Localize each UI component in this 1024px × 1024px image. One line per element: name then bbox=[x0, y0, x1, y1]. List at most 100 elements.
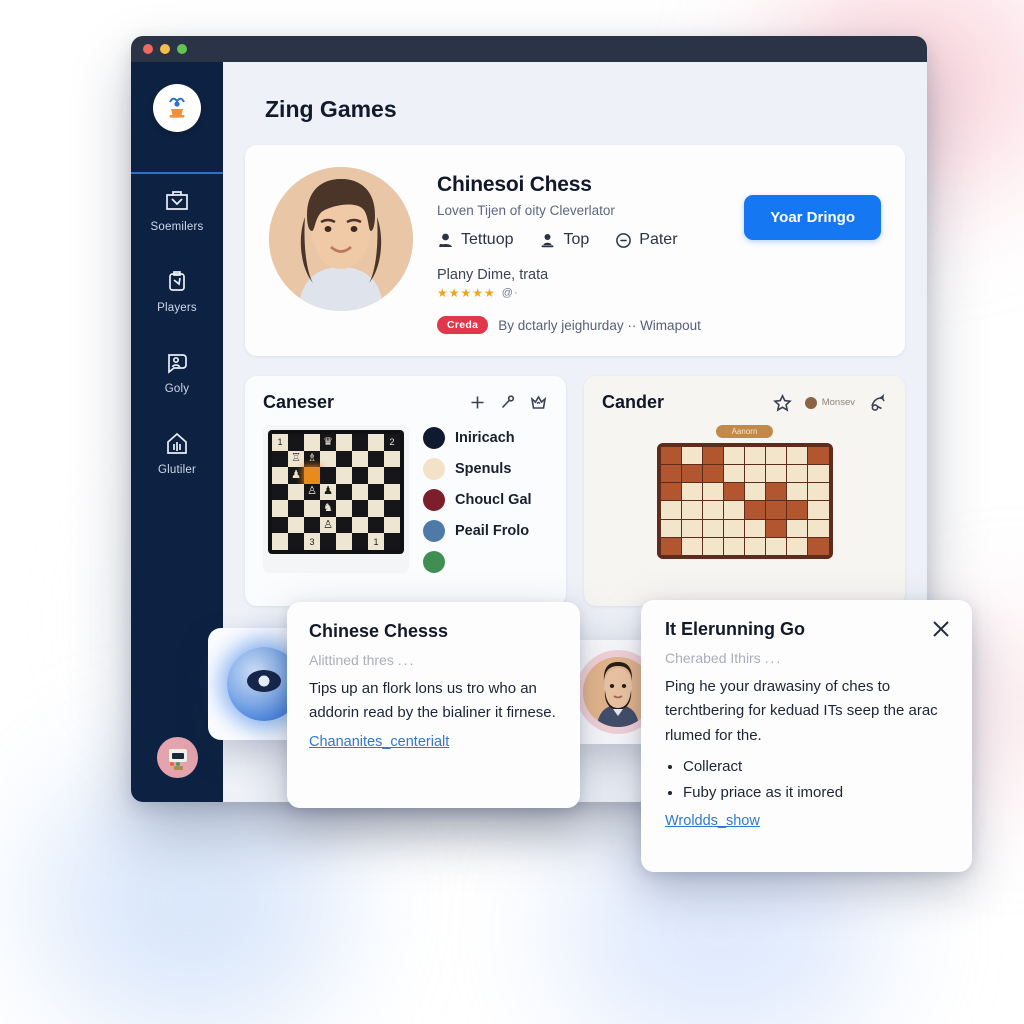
chess-square[interactable]: 1 bbox=[368, 533, 384, 550]
chess-square[interactable]: ♙ bbox=[304, 483, 320, 501]
go-board-cell[interactable] bbox=[787, 465, 808, 483]
chess-piece[interactable]: ♞ bbox=[323, 503, 333, 514]
sidebar-item-players[interactable]: Players bbox=[131, 269, 223, 314]
go-board-cell[interactable] bbox=[766, 501, 787, 519]
go-board-cell[interactable] bbox=[787, 519, 808, 537]
go-board-cell[interactable] bbox=[787, 537, 808, 555]
chess-square[interactable]: ♗ bbox=[304, 450, 320, 468]
chess-square[interactable]: 1 bbox=[272, 434, 288, 451]
go-board-cell[interactable] bbox=[745, 501, 766, 519]
go-board-cell[interactable] bbox=[723, 447, 744, 465]
go-board-cell[interactable] bbox=[808, 447, 829, 465]
go-board-cell[interactable] bbox=[723, 519, 744, 537]
plus-icon[interactable] bbox=[469, 394, 486, 411]
chess-square[interactable]: ♛ bbox=[320, 434, 336, 451]
go-board-cell[interactable] bbox=[745, 483, 766, 501]
list-item[interactable]: Iniricach bbox=[423, 427, 548, 449]
go-board-cell[interactable] bbox=[681, 519, 702, 537]
chess-square[interactable] bbox=[352, 434, 368, 451]
go-board-cell[interactable] bbox=[681, 483, 702, 501]
go-board-cell[interactable] bbox=[660, 465, 681, 483]
list-item[interactable]: Choucl Gal bbox=[423, 489, 548, 511]
go-board-wrap[interactable]: Aanorn bbox=[602, 425, 887, 559]
card-owner[interactable]: Monsev bbox=[804, 396, 855, 409]
chess-square[interactable] bbox=[368, 500, 384, 517]
chess-piece[interactable]: ♖ bbox=[291, 453, 301, 464]
chess-square[interactable] bbox=[336, 516, 352, 534]
go-board-cell[interactable] bbox=[660, 537, 681, 555]
chess-square[interactable] bbox=[384, 500, 400, 517]
chess-square[interactable] bbox=[384, 533, 400, 550]
sidebar-item-soemilers[interactable]: Soemilers bbox=[131, 188, 223, 233]
chess-square[interactable] bbox=[336, 450, 352, 468]
maximize-window-button[interactable] bbox=[177, 44, 187, 54]
go-board-cell[interactable] bbox=[808, 501, 829, 519]
go-board-cell[interactable] bbox=[702, 501, 723, 519]
chess-square[interactable] bbox=[384, 467, 400, 484]
brand-logo[interactable] bbox=[153, 84, 201, 132]
go-board-cell[interactable] bbox=[808, 483, 829, 501]
chess-square[interactable] bbox=[368, 516, 384, 534]
chess-square[interactable] bbox=[320, 467, 336, 484]
chess-square[interactable] bbox=[352, 467, 368, 484]
go-board-cell[interactable] bbox=[660, 501, 681, 519]
chess-square[interactable] bbox=[336, 483, 352, 501]
chess-piece[interactable]: ♟ bbox=[291, 469, 301, 481]
chess-square[interactable] bbox=[304, 467, 320, 484]
go-board-cell[interactable] bbox=[702, 537, 723, 555]
chess-square[interactable] bbox=[336, 533, 352, 550]
stat-pater[interactable]: Pater bbox=[615, 231, 678, 249]
chess-square[interactable] bbox=[304, 500, 320, 517]
chess-square[interactable] bbox=[272, 533, 288, 550]
crown-icon[interactable] bbox=[529, 394, 548, 411]
chess-square[interactable] bbox=[384, 483, 400, 501]
go-board-cell[interactable] bbox=[787, 483, 808, 501]
chess-square[interactable] bbox=[336, 434, 352, 451]
go-board-cell[interactable] bbox=[702, 483, 723, 501]
go-board-cell[interactable] bbox=[787, 447, 808, 465]
popup-link[interactable]: Chananites_centerialt bbox=[309, 734, 449, 750]
chess-square[interactable] bbox=[320, 533, 336, 550]
go-board-cell[interactable] bbox=[681, 501, 702, 519]
chess-piece[interactable]: ♙ bbox=[307, 486, 317, 497]
list-item[interactable] bbox=[423, 551, 548, 573]
go-board-cell[interactable] bbox=[702, 465, 723, 483]
go-board-cell[interactable] bbox=[702, 447, 723, 465]
chess-square[interactable]: ♙ bbox=[320, 516, 336, 534]
chess-square[interactable] bbox=[336, 500, 352, 517]
go-board-cell[interactable] bbox=[745, 537, 766, 555]
chess-square[interactable] bbox=[272, 483, 288, 501]
chess-square[interactable]: ♟ bbox=[320, 483, 336, 501]
chess-square[interactable] bbox=[352, 516, 368, 534]
go-board-cell[interactable] bbox=[745, 465, 766, 483]
chess-square[interactable] bbox=[368, 467, 384, 484]
go-board-cell[interactable] bbox=[766, 519, 787, 537]
minimize-window-button[interactable] bbox=[160, 44, 170, 54]
go-board-cell[interactable] bbox=[660, 519, 681, 537]
chess-square[interactable] bbox=[352, 533, 368, 550]
chess-square[interactable]: 3 bbox=[304, 533, 320, 550]
go-board-cell[interactable] bbox=[660, 447, 681, 465]
sidebar-item-goly[interactable]: Goly bbox=[131, 350, 223, 395]
go-board-cell[interactable] bbox=[745, 447, 766, 465]
chess-piece[interactable]: ♛ bbox=[323, 436, 333, 448]
chess-square[interactable] bbox=[368, 483, 384, 501]
close-button[interactable] bbox=[930, 618, 952, 640]
star-icon[interactable] bbox=[772, 393, 792, 412]
chess-square[interactable] bbox=[272, 467, 288, 484]
chess-piece[interactable]: ♟ bbox=[323, 486, 333, 497]
chess-piece[interactable]: ♗ bbox=[307, 453, 317, 464]
go-board-cell[interactable] bbox=[766, 483, 787, 501]
go-board-cell[interactable] bbox=[660, 483, 681, 501]
chess-square[interactable] bbox=[288, 500, 304, 517]
chess-square[interactable] bbox=[272, 450, 288, 468]
go-board-cell[interactable] bbox=[787, 501, 808, 519]
go-board[interactable] bbox=[656, 443, 833, 559]
list-item[interactable]: Peail Frolo bbox=[423, 520, 548, 542]
go-board-cell[interactable] bbox=[681, 537, 702, 555]
chess-square[interactable] bbox=[368, 450, 384, 468]
chess-square[interactable] bbox=[352, 450, 368, 468]
list-item[interactable]: Spenuls bbox=[423, 458, 548, 480]
go-board-cell[interactable] bbox=[745, 519, 766, 537]
chess-square[interactable] bbox=[288, 434, 304, 451]
